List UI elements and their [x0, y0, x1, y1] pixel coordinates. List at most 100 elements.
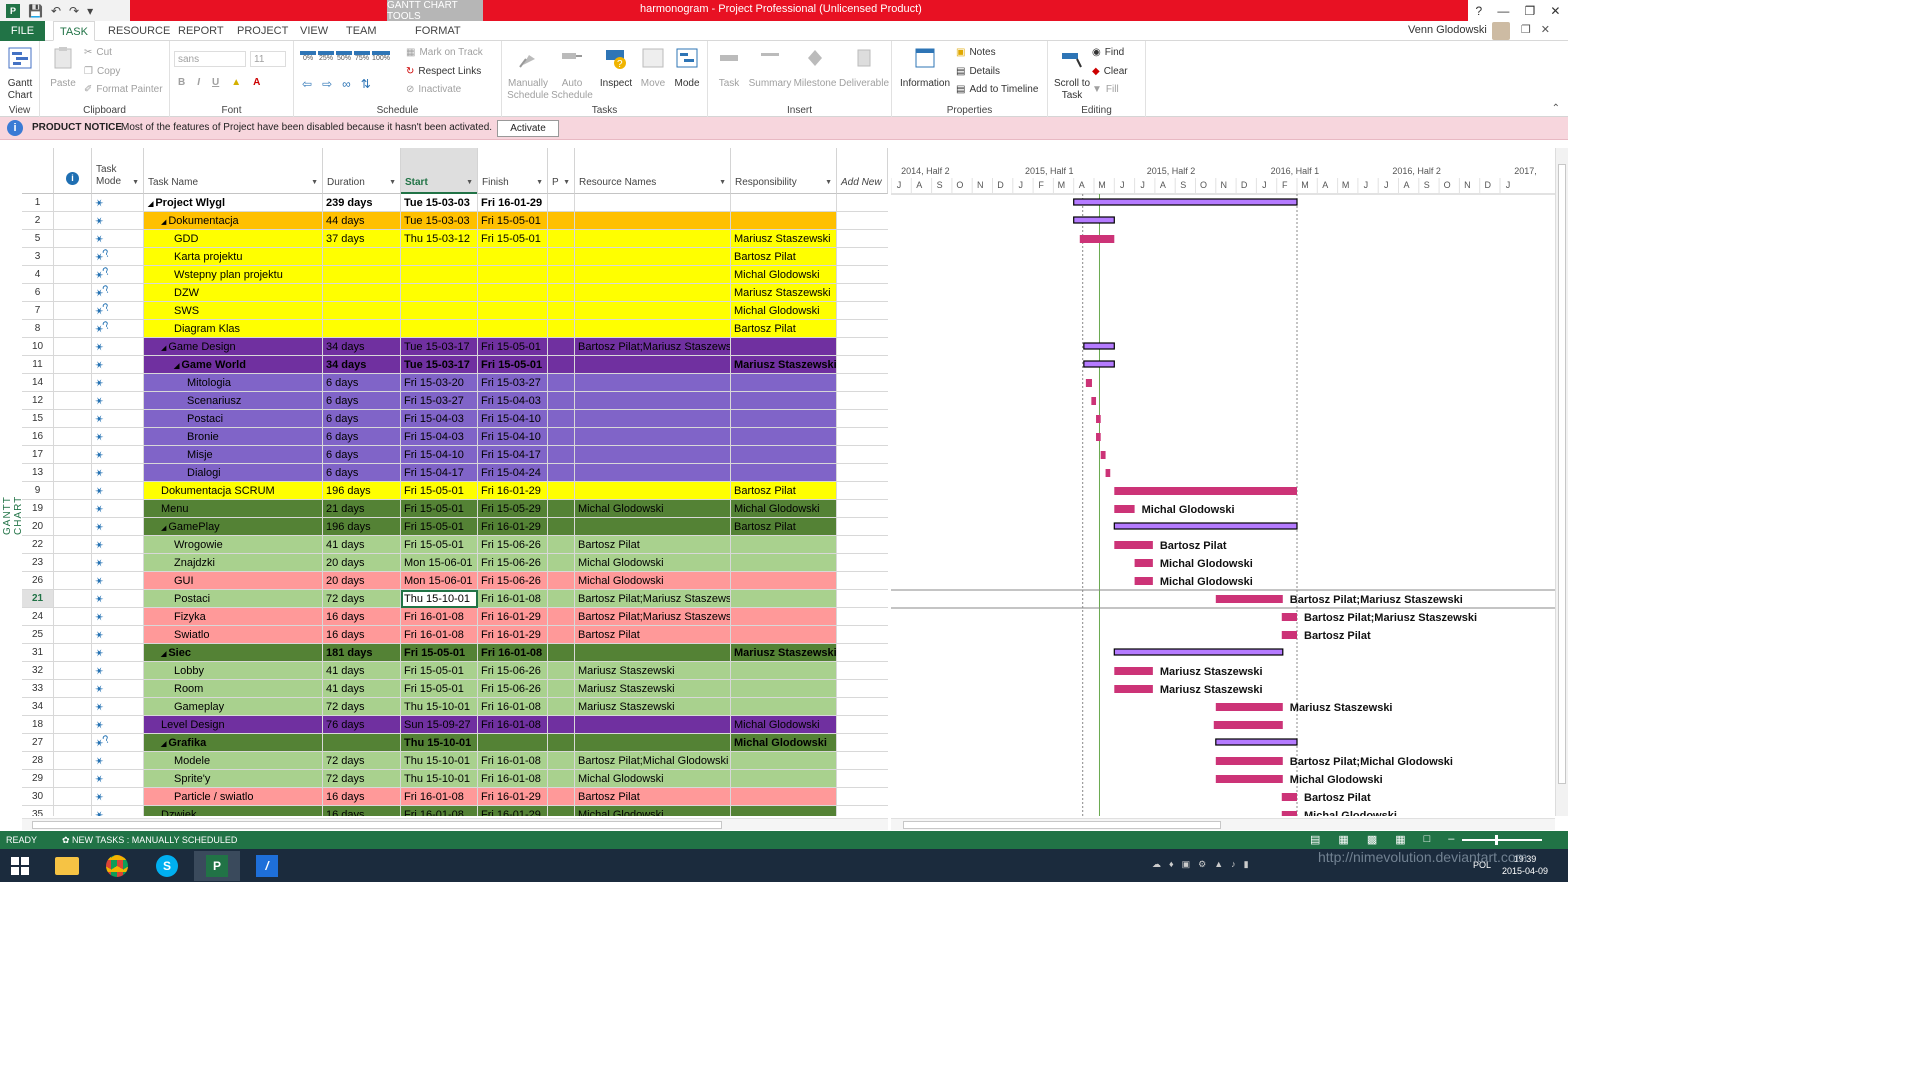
row-duration[interactable]: 72 days: [323, 590, 401, 608]
indent-icon[interactable]: ⇨: [322, 77, 332, 91]
row-resource-names[interactable]: [575, 644, 731, 662]
row-task-name[interactable]: Menu: [144, 500, 323, 518]
row-task-mode[interactable]: ✶: [92, 788, 144, 806]
font-family-select[interactable]: sans: [174, 51, 246, 67]
row-task-mode[interactable]: ✶: [92, 626, 144, 644]
row-task-name[interactable]: Dokumentacja SCRUM: [144, 482, 323, 500]
row-finish[interactable]: Fri 16-01-08: [478, 752, 548, 770]
header-duration[interactable]: Duration ▼: [323, 148, 401, 194]
table-row[interactable]: 13 ✶ Dialogi 6 days Fri 15-04-17 Fri 15-04-24: [22, 464, 888, 482]
fill-button[interactable]: ▼ Fill: [1092, 84, 1119, 95]
row-id[interactable]: 25: [22, 626, 54, 644]
tab-task[interactable]: TASK: [53, 21, 95, 41]
pct-75-button[interactable]: 75%: [354, 51, 370, 62]
row-task-mode[interactable]: ✶: [92, 230, 144, 248]
header-responsibility[interactable]: Responsibility ▼: [731, 148, 837, 194]
table-row[interactable]: 19 ✶ Menu 21 days Fri 15-05-01 Fri 15-05-29 Mi…: [22, 500, 888, 518]
vertical-scrollbar-thumb[interactable]: [1558, 164, 1566, 784]
table-row[interactable]: 14 ✶ Mitologia 6 days Fri 15-03-20 Fri 15-03-…: [22, 374, 888, 392]
manually-schedule-button[interactable]: Manually Schedule: [504, 45, 552, 102]
windows-start-button[interactable]: [0, 851, 40, 881]
row-add-new[interactable]: [837, 266, 888, 284]
row-id[interactable]: 21: [22, 590, 54, 608]
row-finish[interactable]: Fri 16-01-29: [478, 482, 548, 500]
file-explorer-button[interactable]: [44, 851, 90, 881]
row-responsibility[interactable]: Mariusz Staszewski: [731, 644, 837, 662]
pct-100-button[interactable]: 100%: [372, 51, 390, 62]
row-start[interactable]: Fri 16-01-08: [401, 806, 478, 816]
table-row[interactable]: 8 ✶? Diagram Klas Bartosz Pilat: [22, 320, 888, 338]
row-responsibility[interactable]: [731, 698, 837, 716]
task-usage-view-icon[interactable]: ▤: [1310, 833, 1320, 846]
table-row[interactable]: 17 ✶ Misje 6 days Fri 15-04-10 Fri 15-04-17: [22, 446, 888, 464]
gantt-view-icon[interactable]: ▦: [1338, 833, 1348, 846]
row-responsibility[interactable]: Bartosz Pilat: [731, 518, 837, 536]
row-finish[interactable]: Fri 16-01-29: [478, 788, 548, 806]
row-responsibility[interactable]: [731, 608, 837, 626]
row-duration[interactable]: [323, 302, 401, 320]
header-task-name[interactable]: Task Name ▼: [144, 148, 323, 194]
row-add-new[interactable]: [837, 464, 888, 482]
row-start[interactable]: Fri 15-04-10: [401, 446, 478, 464]
chart-scroll-thumb[interactable]: [903, 821, 1221, 829]
row-resource-names[interactable]: Michal Glodowski: [575, 770, 731, 788]
table-row[interactable]: 22 ✶ Wrogowie 41 days Fri 15-05-01 Fri 15-06-…: [22, 536, 888, 554]
row-id[interactable]: 19: [22, 500, 54, 518]
row-task-name[interactable]: ◢ Grafika: [144, 734, 323, 752]
row-duration[interactable]: 21 days: [323, 500, 401, 518]
table-row[interactable]: 30 ✶ Particle / swiatlo 16 days Fri 16-01-08…: [22, 788, 888, 806]
row-responsibility[interactable]: [731, 536, 837, 554]
row-duration[interactable]: 41 days: [323, 680, 401, 698]
row-add-new[interactable]: [837, 770, 888, 788]
row-finish[interactable]: Fri 16-01-08: [478, 590, 548, 608]
row-duration[interactable]: 20 days: [323, 572, 401, 590]
row-p[interactable]: [548, 356, 575, 374]
row-task-mode[interactable]: ✶: [92, 572, 144, 590]
row-responsibility[interactable]: [731, 464, 837, 482]
auto-schedule-button[interactable]: Auto Schedule: [550, 45, 594, 102]
insert-deliverable-button[interactable]: Deliverable: [838, 45, 890, 90]
row-add-new[interactable]: [837, 356, 888, 374]
row-finish[interactable]: Fri 16-01-29: [478, 806, 548, 816]
row-task-mode[interactable]: ✶: [92, 716, 144, 734]
find-button[interactable]: ◉ Find: [1092, 47, 1124, 58]
row-id[interactable]: 29: [22, 770, 54, 788]
save-icon[interactable]: 💾: [28, 4, 43, 18]
details-button[interactable]: ▤ Details: [956, 66, 1000, 77]
row-finish[interactable]: [478, 734, 548, 752]
row-task-mode[interactable]: ✶?: [92, 734, 144, 752]
row-id[interactable]: 22: [22, 536, 54, 554]
row-task-name[interactable]: Wrogowie: [144, 536, 323, 554]
row-task-mode[interactable]: ✶: [92, 464, 144, 482]
row-responsibility[interactable]: [731, 374, 837, 392]
row-responsibility[interactable]: [731, 680, 837, 698]
link-icon[interactable]: ∞: [342, 77, 351, 91]
row-id[interactable]: 11: [22, 356, 54, 374]
row-add-new[interactable]: [837, 536, 888, 554]
row-duration[interactable]: [323, 320, 401, 338]
row-finish[interactable]: Fri 15-04-10: [478, 410, 548, 428]
row-duration[interactable]: 16 days: [323, 806, 401, 816]
gantt-chart-button[interactable]: Gantt Chart: [3, 45, 37, 102]
row-add-new[interactable]: [837, 572, 888, 590]
redo-icon[interactable]: ↷: [69, 4, 79, 18]
row-p[interactable]: [548, 464, 575, 482]
row-duration[interactable]: 6 days: [323, 446, 401, 464]
row-duration[interactable]: 34 days: [323, 356, 401, 374]
row-duration[interactable]: [323, 284, 401, 302]
row-duration[interactable]: 72 days: [323, 752, 401, 770]
row-task-mode[interactable]: ✶: [92, 500, 144, 518]
document-window-controls[interactable]: ❐✕: [1521, 23, 1560, 36]
row-task-mode[interactable]: ✶?: [92, 302, 144, 320]
table-row[interactable]: 26 ✶ GUI 20 days Mon 15-06-01 Fri 15-06-26 Mic…: [22, 572, 888, 590]
row-p[interactable]: [548, 212, 575, 230]
row-start[interactable]: Fri 15-05-01: [401, 536, 478, 554]
minimize-icon[interactable]: —: [1497, 4, 1509, 18]
row-resource-names[interactable]: Michal Glodowski: [575, 554, 731, 572]
row-start[interactable]: [401, 266, 478, 284]
row-id[interactable]: 32: [22, 662, 54, 680]
row-task-mode[interactable]: ✶: [92, 590, 144, 608]
row-p[interactable]: [548, 410, 575, 428]
row-duration[interactable]: 181 days: [323, 644, 401, 662]
row-duration[interactable]: 196 days: [323, 518, 401, 536]
